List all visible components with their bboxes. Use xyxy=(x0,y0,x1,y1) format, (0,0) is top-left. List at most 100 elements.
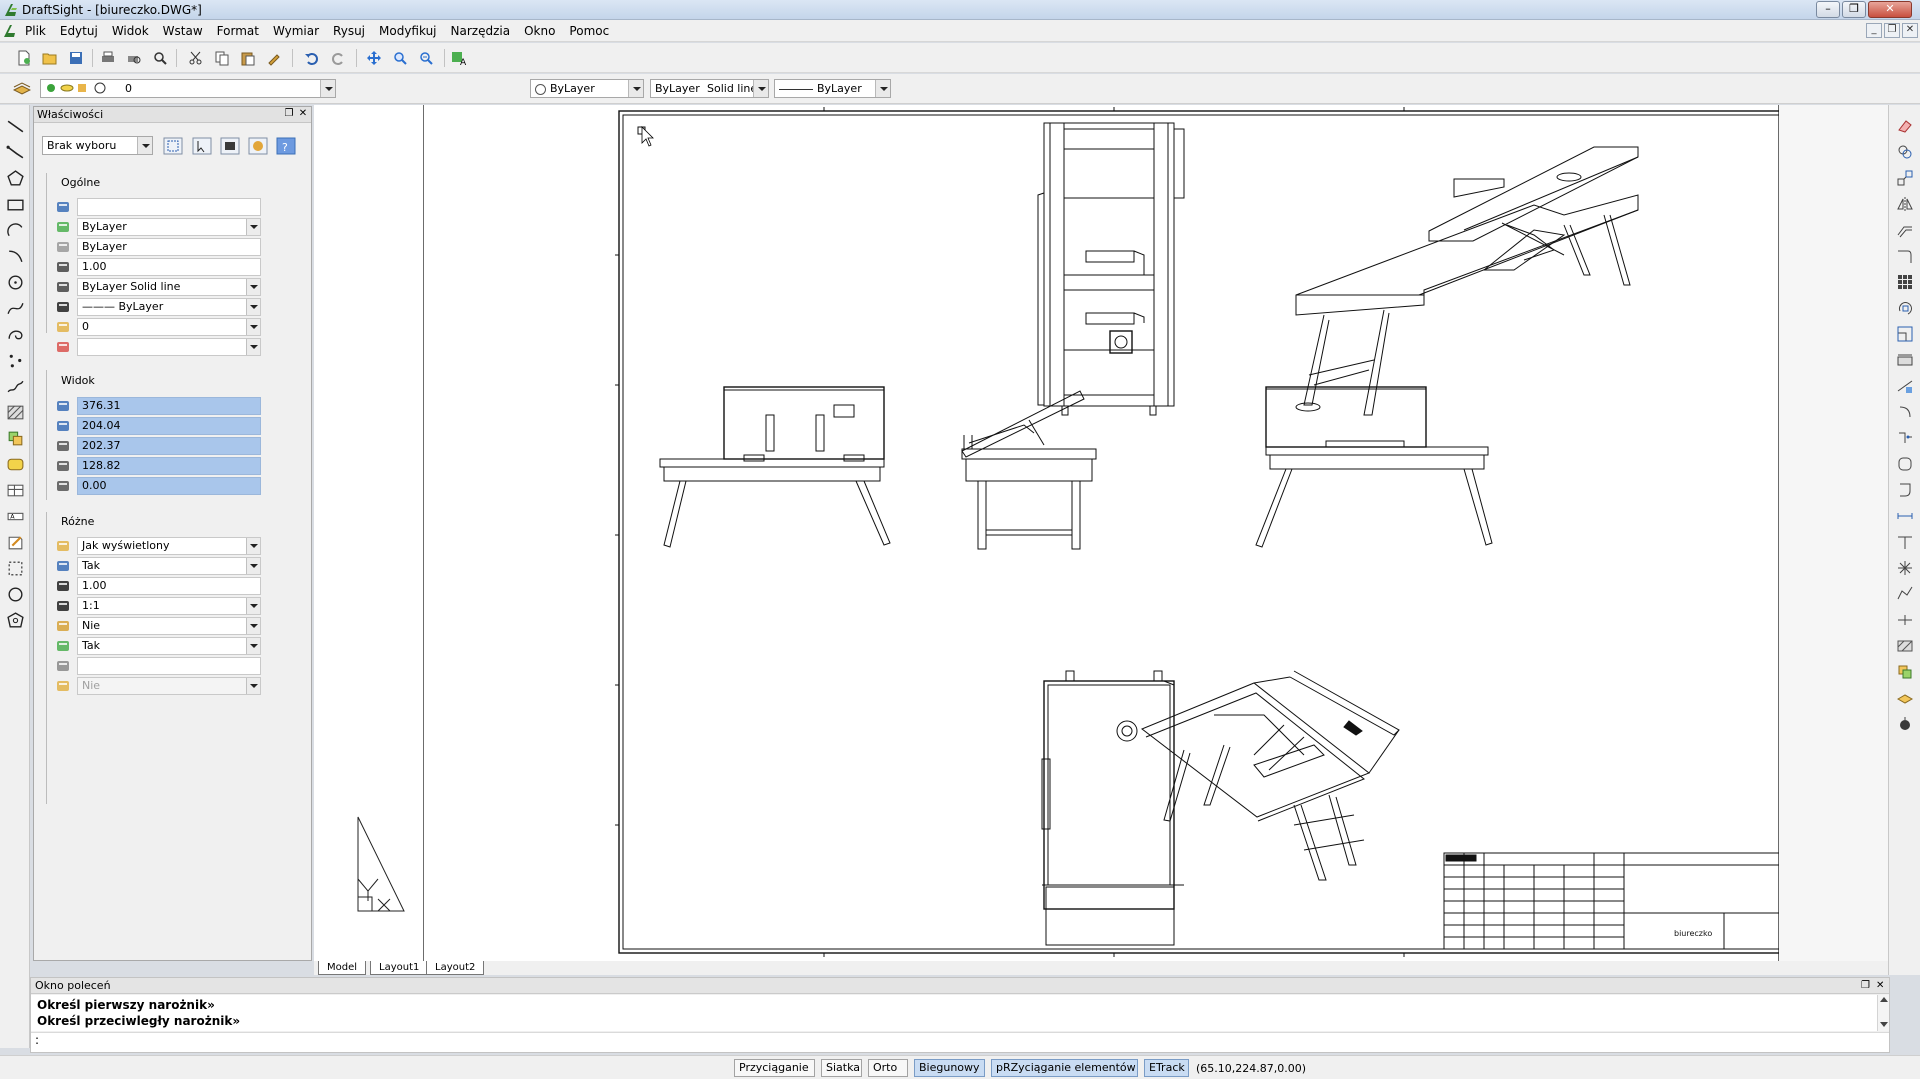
copy-tool-icon[interactable] xyxy=(1896,143,1914,161)
chevron-down-icon[interactable] xyxy=(875,80,890,97)
text-tool-icon[interactable]: A xyxy=(6,507,25,526)
menu-item[interactable]: Wymiar xyxy=(266,20,326,42)
chamfer-tool-icon[interactable] xyxy=(1896,455,1914,473)
status-toggle-button[interactable]: Orto xyxy=(868,1059,908,1077)
chevron-down-icon[interactable] xyxy=(246,598,260,614)
draworder-tool-icon[interactable] xyxy=(1896,689,1914,707)
menu-item[interactable]: Pomoc xyxy=(562,20,616,42)
redo-button[interactable] xyxy=(328,48,348,68)
menu-item[interactable]: Okno xyxy=(517,20,562,42)
print-preview-button[interactable] xyxy=(124,48,144,68)
text-style-button[interactable]: A xyxy=(450,48,470,68)
scroll-up-icon[interactable] xyxy=(1880,997,1888,1002)
copy-button[interactable] xyxy=(212,48,232,68)
tab-layout1[interactable]: Layout1 xyxy=(370,961,429,975)
maximize-button[interactable]: ❐ xyxy=(1842,1,1866,18)
chevron-down-icon[interactable] xyxy=(246,558,260,574)
status-toggle-button[interactable]: Siatka xyxy=(821,1059,862,1077)
chevron-down-icon[interactable] xyxy=(246,618,260,634)
offset-tool-icon[interactable] xyxy=(1896,221,1914,239)
property-field[interactable]: 202.37 xyxy=(77,437,261,455)
chevron-down-icon[interactable] xyxy=(246,279,260,295)
chevron-down-icon[interactable] xyxy=(246,638,260,654)
select-objects-icon[interactable] xyxy=(192,137,212,155)
format-painter-button[interactable] xyxy=(264,48,284,68)
zoom-window-button[interactable] xyxy=(416,48,436,68)
menu-item[interactable]: Wstaw xyxy=(156,20,210,42)
ellipse-tool-icon[interactable] xyxy=(6,325,25,344)
quick-select-icon[interactable] xyxy=(163,137,183,155)
float-panel-icon[interactable]: ❐ xyxy=(283,108,295,120)
edit-polyline-tool-icon[interactable] xyxy=(1896,585,1914,603)
align-tool-icon[interactable] xyxy=(1896,533,1914,551)
pan-button[interactable] xyxy=(364,48,384,68)
zoom-in-button[interactable] xyxy=(390,48,410,68)
chevron-down-icon[interactable] xyxy=(246,299,260,315)
property-field[interactable]: 204.04 xyxy=(77,417,261,435)
property-field[interactable]: Jak wyświetlony xyxy=(77,537,261,555)
note-tool-icon[interactable] xyxy=(6,533,25,552)
circle-tool-icon[interactable] xyxy=(6,273,25,292)
property-field[interactable]: ByLayer Solid line xyxy=(77,278,261,296)
arc-tool-icon[interactable] xyxy=(6,221,25,240)
property-field[interactable]: 128.82 xyxy=(77,457,261,475)
property-field[interactable]: ByLayer xyxy=(77,218,261,236)
break-tool-icon[interactable] xyxy=(1896,429,1914,447)
rotate-tool-icon[interactable] xyxy=(1896,299,1914,317)
line-tool-icon[interactable] xyxy=(6,117,25,136)
lineweight-dropdown[interactable]: ByLayer xyxy=(774,79,891,98)
layout-paper[interactable]: biureczko xyxy=(424,105,1779,961)
selection-dropdown[interactable]: Brak wyboru xyxy=(42,136,153,155)
property-field[interactable]: ByLayer xyxy=(77,238,261,256)
doc-close-button[interactable]: ✕ xyxy=(1902,23,1918,38)
point-tool-icon[interactable] xyxy=(6,351,25,370)
extend-tool-icon[interactable] xyxy=(1896,403,1914,421)
linestyle-dropdown[interactable]: ByLayer Solid line xyxy=(650,79,769,98)
undo-button[interactable] xyxy=(302,48,322,68)
doc-restore-button[interactable]: ❐ xyxy=(1884,23,1900,38)
property-field[interactable]: 0 xyxy=(77,318,261,336)
chevron-down-icon[interactable] xyxy=(246,339,260,355)
save-button[interactable] xyxy=(66,48,86,68)
close-panel-icon[interactable]: ✕ xyxy=(1876,978,1884,993)
command-input[interactable]: : xyxy=(31,1032,1889,1052)
stretch-tool-icon[interactable] xyxy=(1896,351,1914,369)
property-field[interactable]: Tak xyxy=(77,637,261,655)
zoom-preview-button[interactable] xyxy=(150,48,170,68)
open-button[interactable] xyxy=(40,48,60,68)
boundary-tool-icon[interactable] xyxy=(6,559,25,578)
block-tool-icon[interactable] xyxy=(6,429,25,448)
menu-item[interactable]: Format xyxy=(210,20,266,42)
edit-hatch-tool-icon[interactable] xyxy=(1896,637,1914,655)
properties-tool-icon[interactable] xyxy=(1896,715,1914,733)
print-button[interactable] xyxy=(98,48,118,68)
property-field[interactable]: 1.00 xyxy=(77,577,261,595)
wipeout-tool-icon[interactable] xyxy=(6,611,25,630)
chevron-down-icon[interactable] xyxy=(246,538,260,554)
spline-tool-icon[interactable] xyxy=(6,299,25,318)
drawing-area[interactable]: biureczko xyxy=(314,105,1888,961)
divide-tool-icon[interactable] xyxy=(1896,611,1914,629)
explode-tool-icon[interactable] xyxy=(1896,559,1914,577)
chevron-down-icon[interactable] xyxy=(246,319,260,335)
property-field[interactable]: Nie xyxy=(77,617,261,635)
status-toggle-button[interactable]: pRZyciąganie elementów xyxy=(991,1059,1138,1077)
table-tool-icon[interactable] xyxy=(6,481,25,500)
color-dropdown[interactable]: ByLayer xyxy=(530,79,644,98)
property-field[interactable] xyxy=(77,657,261,675)
property-field[interactable] xyxy=(77,198,261,216)
menu-item[interactable]: Rysuj xyxy=(326,20,372,42)
chevron-down-icon[interactable] xyxy=(628,80,643,97)
chevron-down-icon[interactable] xyxy=(320,80,335,97)
close-button[interactable]: ✕ xyxy=(1868,1,1912,18)
property-field[interactable]: 376.31 xyxy=(77,397,261,415)
lengthen-tool-icon[interactable] xyxy=(1896,507,1914,525)
scroll-down-icon[interactable] xyxy=(1880,1022,1888,1027)
status-toggle-button[interactable]: Przyciąganie xyxy=(734,1059,815,1077)
menu-item[interactable]: Narzędzia xyxy=(444,20,518,42)
rectangle-tool-icon[interactable] xyxy=(6,195,25,214)
property-field[interactable]: 1.00 xyxy=(77,258,261,276)
minimize-button[interactable]: – xyxy=(1816,1,1840,18)
close-panel-icon[interactable]: ✕ xyxy=(297,108,309,120)
polyline-tool-icon[interactable] xyxy=(6,143,25,162)
